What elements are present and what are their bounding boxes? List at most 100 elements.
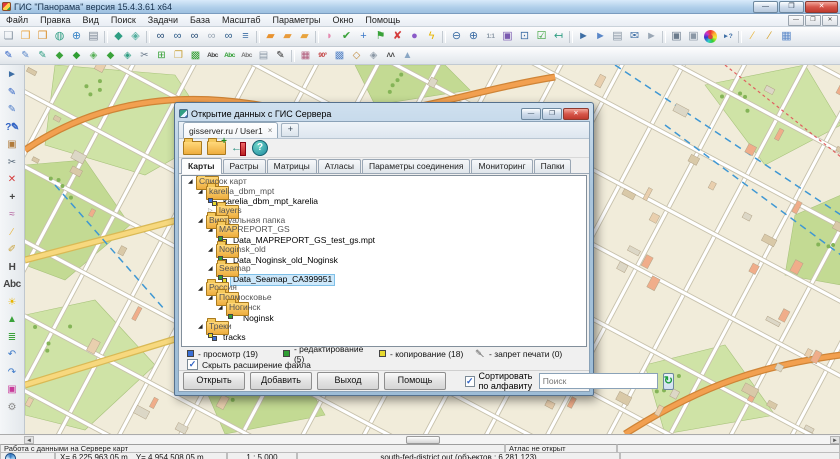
flag-icon[interactable]: ⚑ — [373, 29, 389, 44]
exit-button[interactable]: Выход — [317, 372, 379, 390]
sort-alphabetically-checkbox[interactable]: ✓ — [465, 376, 475, 387]
gear-icon[interactable]: ⚙ — [3, 400, 21, 416]
tree-expanded-icon[interactable]: ◢ — [188, 178, 196, 188]
redo-icon[interactable]: ↷ — [3, 365, 21, 381]
help-button[interactable]: Помощь — [384, 372, 446, 390]
open-internet-map-icon[interactable]: ⊕ — [69, 29, 85, 44]
tab-atlases[interactable]: Атласы — [318, 159, 361, 173]
tab-monitoring[interactable]: Мониторинг — [471, 159, 532, 173]
create-object-icon[interactable]: ◆ — [52, 49, 68, 62]
topology-icon[interactable]: ▩ — [188, 49, 204, 62]
document-list-icon[interactable]: ▤ — [86, 29, 102, 44]
menu-scale[interactable]: Масштаб — [216, 14, 267, 26]
log-pencil-icon[interactable]: ✎ — [273, 49, 289, 62]
zoom-1-1-icon[interactable]: 1:1 — [483, 29, 499, 44]
peaks-icon[interactable]: ΛΛ — [383, 49, 399, 62]
dialog-maximize-button[interactable]: ❐ — [542, 108, 562, 120]
dots-grid-icon[interactable]: ▩ — [332, 49, 348, 62]
lightning-icon[interactable]: ϟ — [424, 29, 440, 44]
copy-object-icon[interactable]: ❐ — [171, 49, 187, 62]
tab-connection-params[interactable]: Параметры соединения — [362, 159, 470, 173]
tab-maps[interactable]: Карты — [181, 158, 222, 174]
disconnect-icon[interactable]: ← — [231, 141, 247, 155]
tree-item-karelia-dbm-mpt-karelia[interactable]: karelia_dbm_mpt_karelia — [182, 197, 586, 207]
label-abc-green-icon[interactable]: Abc — [222, 49, 238, 62]
grid-icon[interactable]: ▦ — [779, 29, 795, 44]
zoom-out-icon[interactable]: ⊖ — [449, 29, 465, 44]
select-layer-2-icon[interactable]: ▰ — [280, 29, 296, 44]
menu-database[interactable]: База — [184, 14, 216, 26]
triangle-icon[interactable]: ▲ — [400, 49, 416, 62]
pencil-blue-icon[interactable]: ✎ — [3, 85, 21, 101]
search-input[interactable] — [539, 373, 658, 389]
edit-check-pencil-icon[interactable]: ✎ — [35, 49, 51, 62]
select-tool-icon[interactable]: ► — [3, 67, 21, 83]
pan-view-icon[interactable]: ⊡ — [517, 29, 533, 44]
view-check-icon[interactable]: ☑ — [534, 29, 550, 44]
pencil-cross-icon[interactable]: ✎ — [3, 102, 21, 118]
send-map-icon[interactable]: ✉ — [627, 29, 643, 44]
tab-matrices[interactable]: Матрицы — [267, 159, 317, 173]
diamond-filled-icon[interactable]: ◈ — [366, 49, 382, 62]
open-gis-server-icon[interactable]: ◍ — [52, 29, 68, 44]
print-icon[interactable]: ▣ — [669, 29, 685, 44]
add-map-to-document-icon[interactable] — [207, 141, 226, 155]
edit-pencil-icon[interactable]: ✎ — [1, 49, 17, 62]
tree-expanded-icon[interactable]: ◢ — [198, 217, 206, 227]
object-card-icon[interactable]: ▤ — [610, 29, 626, 44]
map-scale[interactable]: 1 : 5 000 — [227, 453, 297, 459]
tree-expanded-icon[interactable]: ◢ — [198, 323, 206, 333]
dialog-close-button[interactable]: ✕ — [563, 108, 589, 120]
sphere-icon[interactable]: ● — [407, 29, 423, 44]
scroll-right-icon[interactable]: ► — [830, 436, 840, 444]
open-button[interactable]: Открыть — [183, 372, 245, 390]
select-area-icon[interactable]: ◗ — [322, 29, 338, 44]
zoom-frame-icon[interactable]: ▣ — [500, 29, 516, 44]
undo-icon[interactable]: ↶ — [3, 347, 21, 363]
connection-tab-close-icon[interactable]: × — [268, 126, 273, 135]
cursor-icon[interactable]: ► — [644, 29, 660, 44]
find-selected-icon[interactable]: ∞ — [204, 29, 220, 44]
torch-icon[interactable]: ☀ — [3, 295, 21, 311]
pencil-query-icon[interactable]: ?✎ — [3, 120, 21, 136]
menu-edit[interactable]: Правка — [34, 14, 76, 26]
label-abc-icon[interactable]: Abc — [205, 49, 221, 62]
map-horizontal-scrollbar[interactable]: ◄ ► — [0, 434, 840, 444]
tree-item-karelia-dbm-mpt[interactable]: ◢karelia_dbm_mpt — [182, 188, 586, 198]
open-database-icon[interactable]: ❒ — [35, 29, 51, 44]
wave-line-icon[interactable]: ≈ — [3, 207, 21, 223]
join-object-icon[interactable]: ⊞ — [154, 49, 170, 62]
close-button[interactable]: ✕ — [805, 1, 838, 13]
find-by-area-icon[interactable]: ∞ — [187, 29, 203, 44]
select-on-screen-icon[interactable]: ► — [576, 29, 592, 44]
tab-rasters[interactable]: Растры — [223, 159, 266, 173]
split-object-icon[interactable]: ✂ — [137, 49, 153, 62]
maximize-button[interactable]: ❐ — [779, 1, 804, 13]
tree-item-tracks[interactable]: tracks — [182, 333, 586, 343]
open-selected-map-icon[interactable] — [183, 141, 202, 155]
minimize-button[interactable]: — — [753, 1, 778, 13]
tab-folders[interactable]: Папки — [534, 159, 572, 173]
find-by-name-icon[interactable]: ∞ — [170, 29, 186, 44]
menu-options[interactable]: Параметры — [266, 14, 326, 26]
select-layer-1-icon[interactable]: ▰ — [263, 29, 279, 44]
tree-item-noginsk-folder[interactable]: ◢Ногинск — [182, 304, 586, 314]
move-object-icon[interactable]: ◈ — [86, 49, 102, 62]
edit-query-pencil-icon[interactable]: ✎ — [18, 49, 34, 62]
abc-tool-icon[interactable]: Abc — [3, 277, 21, 293]
brush-cup-icon[interactable]: ▣ — [3, 137, 21, 153]
tree-item-data-seamap-ca399951[interactable]: Data_Seamap_CA399951 — [182, 275, 586, 285]
zoom-in-icon[interactable]: ⊕ — [466, 29, 482, 44]
tree-expanded-icon[interactable]: ◢ — [208, 265, 216, 275]
delete-object-icon[interactable]: ✕ — [3, 172, 21, 188]
rotate-object-icon[interactable]: ◆ — [103, 49, 119, 62]
create-site-icon[interactable]: ◆ — [111, 29, 127, 44]
measure-ruler-icon[interactable]: ∕ — [745, 29, 761, 44]
refresh-icon[interactable]: ↻ — [663, 373, 674, 390]
hotkey-h-icon[interactable]: H — [3, 260, 21, 276]
print-preview-icon[interactable]: ▣ — [686, 29, 702, 44]
color-wheel-icon[interactable]: ● — [704, 30, 717, 43]
connection-tab-gisserver[interactable]: gisserver.ru / User1 × — [183, 122, 278, 138]
menu-search[interactable]: Поиск — [105, 14, 142, 26]
cancel-selection-icon[interactable]: ✘ — [390, 29, 406, 44]
